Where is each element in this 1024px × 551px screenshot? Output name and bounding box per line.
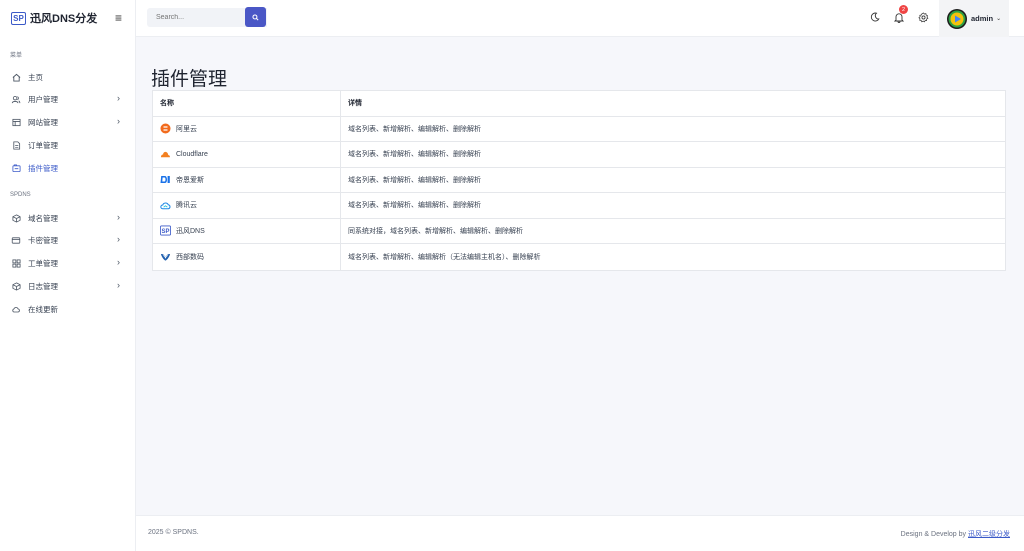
west-digital-icon [160,251,171,262]
brand-logo: SP [11,11,26,25]
section-title-spdns: SPDNS [10,192,31,198]
column-header-detail: 详情 [348,100,362,108]
page-title: 插件管理 [151,69,228,90]
sidebar: SP 迅风DNS分发 ≡ 菜单 主页 用户管理 › 网站管理 › 订单管理 插件… [0,0,136,551]
sidebar-item-label: 日志管理 [28,281,58,291]
xunfeng-dns-icon: SP [160,225,171,236]
sidebar-item-update[interactable]: 在线更新 [0,300,136,318]
log-icon [11,281,21,291]
plugin-detail: 域名列表、新增解析、编辑解析、删除解析 [348,125,481,133]
plugin-detail: 域名列表、新增解析、编辑解析、删除解析 [348,151,481,159]
topbar: 2 admin ⌄ [136,0,1024,37]
avatar [947,8,967,29]
sidebar-item-label: 插件管理 [28,163,58,173]
website-icon [11,117,21,127]
sidebar-item-tickets[interactable]: 工单管理 › [0,254,136,272]
dnspod-icon [160,174,171,185]
menu-toggle-icon[interactable]: ≡ [115,11,122,25]
user-menu[interactable]: admin ⌄ [939,0,1009,37]
search-icon [252,13,259,21]
sidebar-item-label: 主页 [28,72,43,82]
table-row: 西部数码 域名列表、新增解析、编辑解析（无法编辑主机名）、删除解析 [153,244,1005,270]
table-row: 腾讯云 域名列表、新增解析、编辑解析、删除解析 [153,193,1005,219]
svg-text:SP: SP [162,229,170,235]
tencent-cloud-icon [160,200,171,211]
plugin-detail: 域名列表、新增解析、编辑解析、删除解析 [348,176,481,184]
plugin-icon [11,163,21,173]
sidebar-item-domains[interactable]: 域名管理 › [0,209,136,227]
sidebar-item-label: 域名管理 [28,213,58,223]
table-row: Cloudflare 域名列表、新增解析、编辑解析、删除解析 [153,142,1005,168]
moon-icon [870,12,880,22]
plugin-detail: 域名列表、新增解析、编辑解析（无法编辑主机名）、删除解析 [348,253,541,261]
credits: Design & Develop by 迅风二级分发 [901,529,1010,539]
order-icon [11,140,21,150]
chevron-down-icon: ⌄ [996,16,1002,22]
sidebar-item-home[interactable]: 主页 [0,68,136,86]
chevron-right-icon: › [117,116,120,126]
table-row: 阿里云 域名列表、新增解析、编辑解析、删除解析 [153,116,1005,142]
plugin-name: 腾讯云 [176,202,197,210]
brand-name: 迅风DNS分发 [30,13,98,25]
chevron-right-icon: › [117,93,120,103]
domain-icon [11,213,21,223]
sidebar-item-plugins[interactable]: 插件管理 [0,159,136,177]
chevron-right-icon: › [117,212,120,222]
copyright-text: 2025 © SPDNS. [148,529,199,536]
plugin-name: Cloudflare [176,150,208,158]
plugin-name: 阿里云 [176,125,197,133]
plugin-detail: 域名列表、新增解析、编辑解析、删除解析 [348,202,481,210]
sidebar-item-orders[interactable]: 订单管理 [0,136,136,154]
section-title-menu: 菜单 [10,53,23,59]
plugin-name: 西部数码 [176,253,204,261]
users-icon [11,94,21,104]
sidebar-item-label: 网站管理 [28,117,58,127]
sidebar-item-websites[interactable]: 网站管理 › [0,113,136,131]
home-icon [11,72,21,82]
grid-icon [11,258,21,268]
user-name: admin [971,14,994,23]
chevron-right-icon: › [117,280,120,290]
search-button[interactable] [245,7,266,27]
settings-button[interactable] [917,11,929,23]
sidebar-item-logs[interactable]: 日志管理 › [0,277,136,295]
aliyun-icon [160,123,171,134]
gear-icon [917,11,928,22]
plugin-name: 帝恩爱斯 [176,176,204,184]
credits-link[interactable]: 迅风二级分发 [968,531,1010,538]
plugins-table: 名称 详情 阿里云 域名列表、新增解析、编辑解析、删除解析 Cloudflare… [152,90,1006,271]
chevron-right-icon: › [117,234,120,244]
sidebar-item-label: 在线更新 [28,304,58,314]
cloud-icon [11,304,21,314]
plugin-detail: 同系统对接，域名列表、新增解析、编辑解析、删除解析 [348,227,523,235]
column-header-name: 名称 [153,91,341,116]
sidebar-item-cards[interactable]: 卡密管理 › [0,231,136,249]
table-row: SP 迅风DNS 同系统对接，域名列表、新增解析、编辑解析、删除解析 [153,218,1005,244]
sidebar-item-label: 卡密管理 [28,235,58,245]
sidebar-item-label: 工单管理 [28,258,58,268]
notification-badge: 2 [899,5,908,14]
sidebar-item-label: 订单管理 [28,140,58,150]
plugin-name: 迅风DNS [176,227,205,235]
footer: 2025 © SPDNS. Design & Develop by 迅风二级分发 [136,515,1024,551]
table-row: 帝恩爱斯 域名列表、新增解析、编辑解析、删除解析 [153,167,1005,193]
chevron-right-icon: › [117,257,120,267]
cloudflare-icon [160,149,171,160]
credits-prefix: Design & Develop by [900,531,968,538]
sidebar-item-label: 用户管理 [28,94,58,104]
dark-mode-toggle[interactable] [869,11,881,23]
sidebar-item-users[interactable]: 用户管理 › [0,90,136,108]
table-header-row: 名称 详情 [153,91,1005,117]
card-icon [11,235,21,245]
